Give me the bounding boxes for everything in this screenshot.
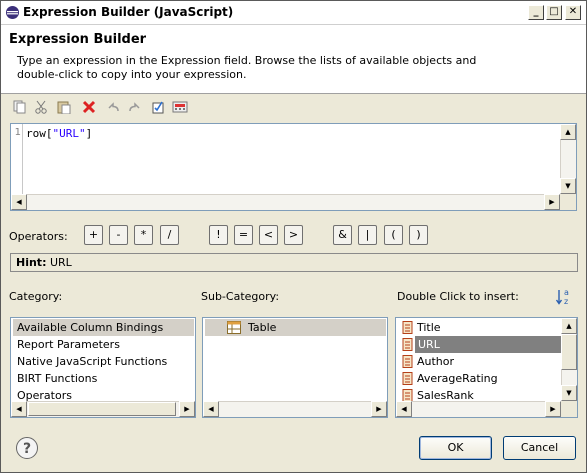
operator-minus-button[interactable]: - xyxy=(109,225,128,245)
category-item-available-column-bindings[interactable]: Available Column Bindings xyxy=(13,319,194,336)
insert-vertical-scrollbar[interactable]: ▲ ▼ xyxy=(561,318,577,401)
insert-list[interactable]: Title URL Author AverageRating SalesRank… xyxy=(395,317,578,418)
scroll-left-arrow-icon[interactable]: ◀ xyxy=(203,401,219,417)
line-number-gutter: 1 xyxy=(11,124,23,194)
code-suffix: ] xyxy=(85,127,93,140)
insert-label: Double Click to insert: xyxy=(397,290,519,303)
hint-bar: Hint: URL xyxy=(10,253,578,272)
operator-divide-button[interactable]: / xyxy=(160,225,179,245)
cut-icon[interactable] xyxy=(32,98,50,116)
svg-text:a: a xyxy=(564,288,569,297)
expression-builder-dialog: Expression Builder (JavaScript) _ □ ✕ Ex… xyxy=(0,0,587,473)
editor-vertical-scrollbar[interactable]: ▲ ▼ xyxy=(560,124,576,194)
insert-item-averagerating[interactable]: AverageRating xyxy=(398,370,498,387)
operator-multiply-button[interactable]: * xyxy=(134,225,153,245)
eclipse-app-icon xyxy=(6,6,19,19)
scroll-left-arrow-icon[interactable]: ◀ xyxy=(11,194,27,210)
category-item-report-parameters[interactable]: Report Parameters xyxy=(13,336,120,353)
sort-alphabetical-icon[interactable]: a z xyxy=(554,287,574,307)
scroll-down-arrow-icon[interactable]: ▼ xyxy=(560,178,576,194)
scrollbar-corner xyxy=(561,401,577,417)
operator-and-button[interactable]: & xyxy=(333,225,352,245)
insert-item-title[interactable]: Title xyxy=(398,319,441,336)
operator-open-paren-button[interactable]: ( xyxy=(384,225,403,245)
header-description: Type an expression in the Expression fie… xyxy=(17,54,477,81)
scroll-right-arrow-icon[interactable]: ▶ xyxy=(545,401,561,417)
subcategory-list[interactable]: Table ◀ ▶ xyxy=(202,317,388,418)
operator-or-button[interactable]: | xyxy=(358,225,377,245)
close-button[interactable]: ✕ xyxy=(565,5,581,20)
validate-icon[interactable] xyxy=(149,98,167,116)
title-bar: Expression Builder (JavaScript) _ □ ✕ xyxy=(1,1,586,25)
scroll-left-arrow-icon[interactable]: ◀ xyxy=(396,401,412,417)
paste-icon[interactable] xyxy=(55,98,73,116)
calculator-icon[interactable] xyxy=(171,98,189,116)
hint-value: URL xyxy=(49,256,72,269)
minimize-button[interactable]: _ xyxy=(528,5,544,20)
category-item-birt-functions[interactable]: BIRT Functions xyxy=(13,370,97,387)
copy-icon[interactable] xyxy=(11,98,29,116)
ok-button[interactable]: OK xyxy=(419,436,492,460)
operator-equals-button[interactable]: = xyxy=(234,225,253,245)
cancel-button[interactable]: Cancel xyxy=(503,436,576,460)
scroll-right-arrow-icon[interactable]: ▶ xyxy=(179,401,195,417)
table-icon xyxy=(227,321,241,334)
scroll-left-arrow-icon[interactable]: ◀ xyxy=(11,401,27,417)
category-label: Category: xyxy=(9,290,63,303)
svg-text:z: z xyxy=(564,297,568,306)
code-prefix: row[ xyxy=(26,127,53,140)
redo-icon[interactable] xyxy=(126,98,144,116)
scroll-thumb[interactable] xyxy=(28,402,176,416)
header-title: Expression Builder xyxy=(9,32,147,47)
category-item-native-javascript-functions[interactable]: Native JavaScript Functions xyxy=(13,353,167,370)
expression-editor[interactable]: 1 row["URL"] ▲ ▼ ◀ ▶ xyxy=(10,123,577,211)
operator-greater-than-button[interactable]: > xyxy=(284,225,303,245)
insert-item-url[interactable]: URL xyxy=(415,336,562,353)
window-title: Expression Builder (JavaScript) xyxy=(23,5,234,19)
operators-label: Operators: xyxy=(9,230,68,243)
subcategory-horizontal-scrollbar[interactable]: ◀ ▶ xyxy=(203,401,387,417)
hint-label: Hint: xyxy=(16,256,47,269)
operator-not-button[interactable]: ! xyxy=(209,225,228,245)
scroll-thumb[interactable] xyxy=(561,334,577,370)
category-horizontal-scrollbar[interactable]: ◀ ▶ xyxy=(11,401,195,417)
scroll-right-arrow-icon[interactable]: ▶ xyxy=(544,194,560,210)
category-list[interactable]: Available Column Bindings Report Paramet… xyxy=(10,317,196,418)
operator-less-than-button[interactable]: < xyxy=(259,225,278,245)
operator-close-paren-button[interactable]: ) xyxy=(409,225,428,245)
insert-item-author[interactable]: Author xyxy=(398,353,454,370)
code-string-literal: "URL" xyxy=(52,127,86,140)
insert-horizontal-scrollbar[interactable]: ◀ ▶ xyxy=(396,401,561,417)
scroll-down-arrow-icon[interactable]: ▼ xyxy=(561,385,577,401)
undo-icon[interactable] xyxy=(104,98,122,116)
operator-plus-button[interactable]: + xyxy=(84,225,103,245)
scroll-right-arrow-icon[interactable]: ▶ xyxy=(371,401,387,417)
delete-icon[interactable] xyxy=(80,98,98,116)
maximize-button[interactable]: □ xyxy=(546,5,562,20)
editor-horizontal-scrollbar[interactable]: ◀ ▶ xyxy=(11,194,560,210)
scroll-up-arrow-icon[interactable]: ▲ xyxy=(561,318,577,334)
dialog-header: Expression Builder Type an expression in… xyxy=(1,25,586,94)
scrollbar-corner xyxy=(560,194,576,210)
scroll-up-arrow-icon[interactable]: ▲ xyxy=(560,124,576,140)
column-binding-icon xyxy=(402,338,413,351)
help-icon[interactable]: ? xyxy=(16,437,38,459)
expression-code[interactable]: row["URL"] xyxy=(26,127,92,140)
subcategory-label: Sub-Category: xyxy=(201,290,280,303)
